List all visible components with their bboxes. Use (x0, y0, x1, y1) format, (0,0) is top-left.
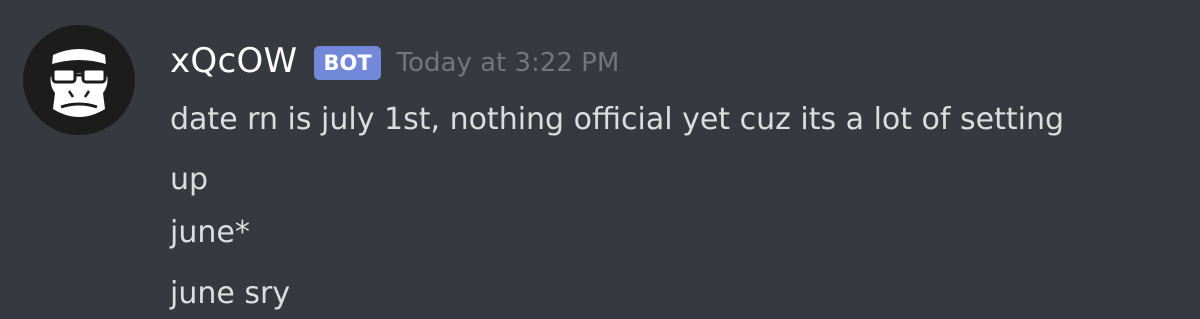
message-line: up (170, 162, 209, 197)
avatar[interactable] (23, 25, 135, 135)
bot-badge: BOT (314, 46, 381, 80)
gorilla-face-icon (24, 25, 134, 135)
timestamp[interactable]: Today at 3:22 PM (397, 48, 620, 78)
message-line: date rn is july 1st, nothing official ye… (170, 102, 1065, 137)
message-header: xQcOW BOT Today at 3:22 PM (170, 36, 619, 86)
username[interactable]: xQcOW (170, 41, 297, 81)
chat-message: xQcOW BOT Today at 3:22 PM date rn is ju… (0, 0, 1200, 319)
message-line: june* (170, 215, 250, 250)
message-line: june sry (170, 276, 291, 311)
